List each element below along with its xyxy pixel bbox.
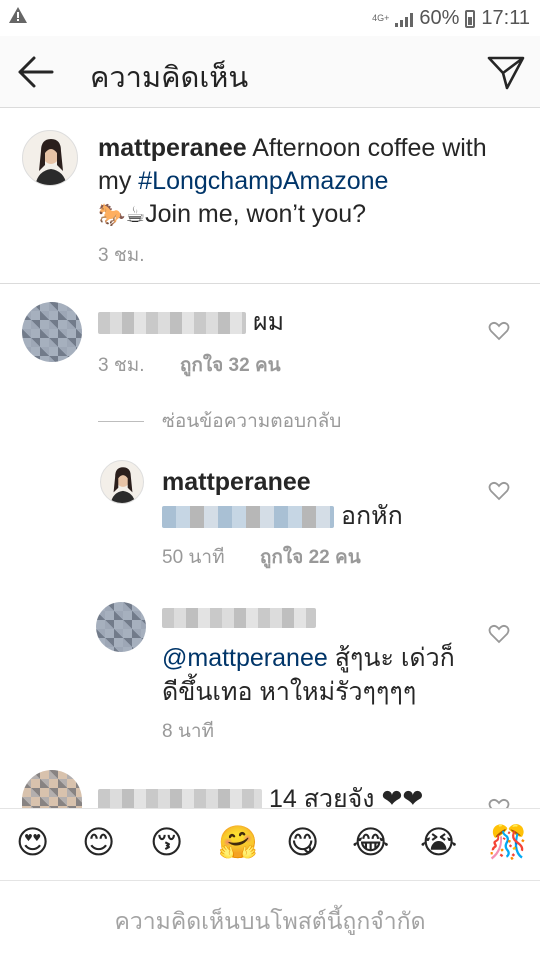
reply-author-avatar[interactable] (100, 460, 144, 504)
status-bar: 4G+ 60% 17:11 (0, 0, 540, 36)
hide-replies-toggle[interactable]: ซ่อนข้อความตอบกลับ (98, 406, 341, 436)
emoji-heart-eyes[interactable]: 😍 (16, 823, 49, 861)
post-caption: mattperanee Afternoon coffee with my #Lo… (0, 108, 540, 284)
like-heart-icon[interactable] (488, 321, 510, 341)
emoji-kiss[interactable]: 😚 (150, 823, 183, 861)
reply-2-text-line1-content: สู้ๆนะ เด่วก็ (327, 644, 455, 672)
reply-1-username[interactable]: mattperanee (162, 466, 311, 499)
comment-1-meta: 3 ชม. ถูกใจ 32 คน (98, 350, 281, 380)
signal-icon (395, 11, 414, 27)
emoji-hug[interactable]: 🤗 (218, 823, 258, 861)
hide-replies-line (98, 420, 144, 422)
header-bar: ความคิดเห็น (0, 36, 540, 108)
comment-1-text-row: ผม (98, 306, 284, 339)
reply-1-meta: 50 นาที ถูกใจ 22 คน (162, 542, 361, 572)
status-right: 4G+ 60% 17:11 (372, 7, 530, 30)
emoji-smile[interactable]: 😊 (82, 823, 115, 861)
comments-restricted-notice: ความคิดเห็นบนโพสต์นี้ถูกจำกัด (0, 880, 540, 960)
emoji-tears-of-joy[interactable]: 😂 (352, 823, 389, 861)
reply-2-time: 8 นาที (162, 721, 215, 742)
comment-1-likes[interactable]: ถูกใจ 32 คน (180, 355, 281, 376)
emoji-yum[interactable]: 😋 (286, 823, 319, 861)
reply-2-text-line1: @mattperanee สู้ๆนะ เด่วก็ (162, 642, 455, 675)
blurred-username (162, 608, 316, 628)
caption-hashtag[interactable]: #LongchampAmazone (138, 167, 388, 195)
send-direct-icon[interactable] (486, 54, 526, 92)
battery-icon (465, 9, 476, 28)
reply-1-time: 50 นาที (162, 547, 225, 568)
warning-icon (8, 6, 28, 30)
caption-text-after: Join me, won’t you? (145, 200, 367, 228)
like-heart-icon[interactable] (488, 624, 510, 644)
caption-time: 3 ชม. (98, 245, 145, 266)
emoji-quick-bar: 😍 😊 😚 🤗 😋 😂 😭 🎊 (0, 808, 540, 880)
reply-2-mention[interactable]: @mattperanee (162, 644, 328, 672)
back-arrow-icon[interactable] (14, 52, 56, 92)
emoji-confetti[interactable]: 🎊 (488, 823, 528, 861)
commenter-avatar-blurred[interactable] (22, 302, 82, 362)
caption-username[interactable]: mattperanee (98, 134, 247, 162)
hide-replies-label: ซ่อนข้อความตอบกลับ (162, 411, 342, 432)
network-indicator: 4G+ (372, 13, 390, 23)
reply-2-text-line2: ดีขึ้นเทอ หาใหม่รัวๆๆๆๆ (162, 678, 417, 706)
caption-emojis: 🐎☕ (98, 202, 146, 227)
comment-1-text: ผม (252, 308, 285, 336)
like-heart-icon[interactable] (488, 481, 510, 501)
blurred-username (98, 312, 246, 335)
emoji-crying[interactable]: 😭 (420, 823, 457, 861)
page-title: ความคิดเห็น (90, 62, 249, 94)
battery-percent: 60% (419, 7, 460, 29)
clock: 17:11 (481, 7, 530, 29)
reply-1-text-row: อกหัก (162, 500, 403, 533)
blurred-mention (162, 506, 334, 529)
reply-2-avatar-blurred[interactable] (96, 602, 146, 652)
comment-1-time: 3 ชม. (98, 355, 145, 376)
caption-text: mattperanee Afternoon coffee with my #Lo… (98, 132, 508, 231)
partial-commenter-avatar[interactable] (22, 770, 82, 810)
reply-1-likes[interactable]: ถูกใจ 22 คน (260, 547, 361, 568)
author-avatar[interactable] (22, 130, 78, 186)
reply-1-text: อกหัก (340, 502, 403, 530)
